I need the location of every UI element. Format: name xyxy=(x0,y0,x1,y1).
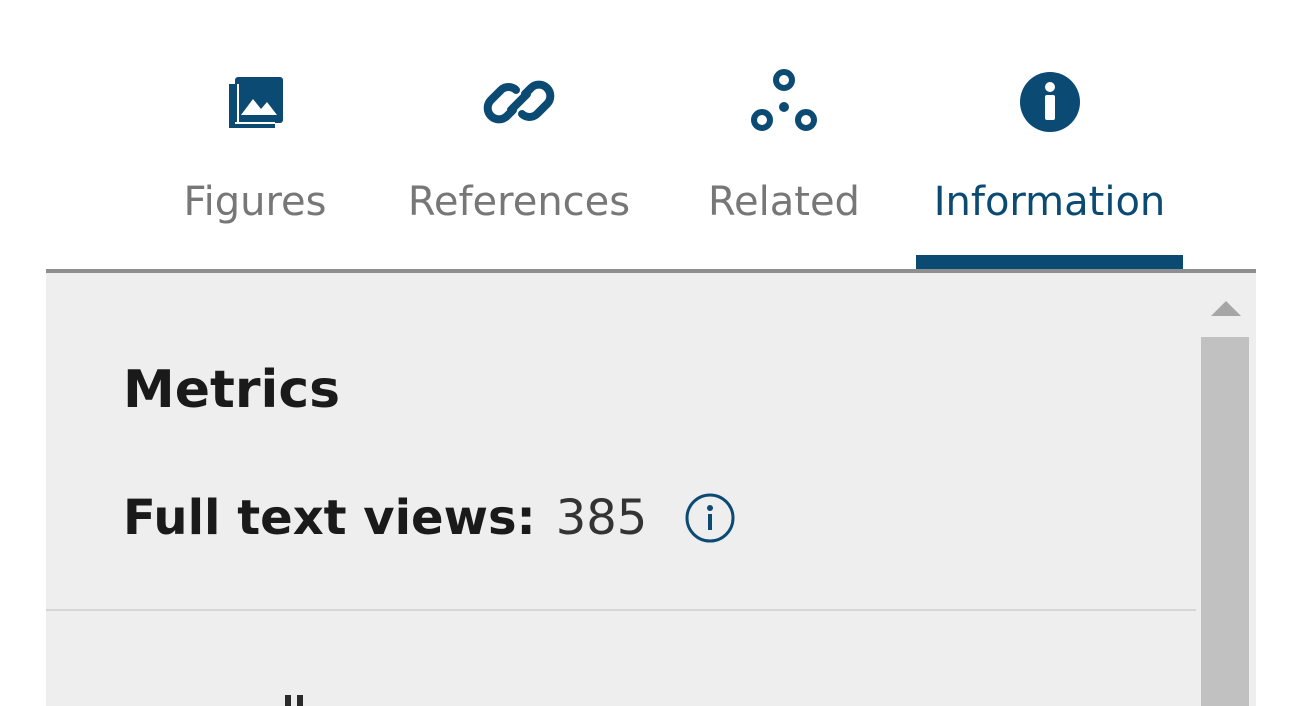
active-tab-indicator xyxy=(916,255,1183,270)
tab-figures-label: Figures xyxy=(183,179,327,225)
tab-bar: Figures References Related Information xyxy=(0,0,1300,270)
link-icon xyxy=(479,62,559,142)
full-text-views-value: 385 xyxy=(555,490,648,546)
related-nodes-icon xyxy=(744,62,824,142)
tab-information[interactable]: Information xyxy=(916,40,1183,270)
tab-figures[interactable]: Figures xyxy=(170,40,340,270)
section-divider xyxy=(46,609,1196,611)
tab-references-label: References xyxy=(407,179,631,225)
scroll-thumb[interactable] xyxy=(1201,337,1249,706)
full-text-views-label: Full text views: xyxy=(123,490,536,546)
info-circle-icon xyxy=(1010,62,1090,142)
tab-related[interactable]: Related xyxy=(700,40,868,270)
next-section-heading-peek xyxy=(281,695,321,706)
full-text-views-row: Full text views: 385 xyxy=(123,485,737,551)
scroll-up-arrow[interactable] xyxy=(1211,301,1241,316)
tab-information-label: Information xyxy=(933,179,1166,225)
scrollbar[interactable] xyxy=(1196,273,1256,706)
tab-related-label: Related xyxy=(708,179,860,225)
information-panel: Metrics Full text views: 385 xyxy=(46,273,1256,706)
tab-references[interactable]: References xyxy=(395,40,643,270)
image-gallery-icon xyxy=(215,62,295,142)
info-icon[interactable] xyxy=(683,491,737,545)
metrics-heading: Metrics xyxy=(123,360,341,420)
